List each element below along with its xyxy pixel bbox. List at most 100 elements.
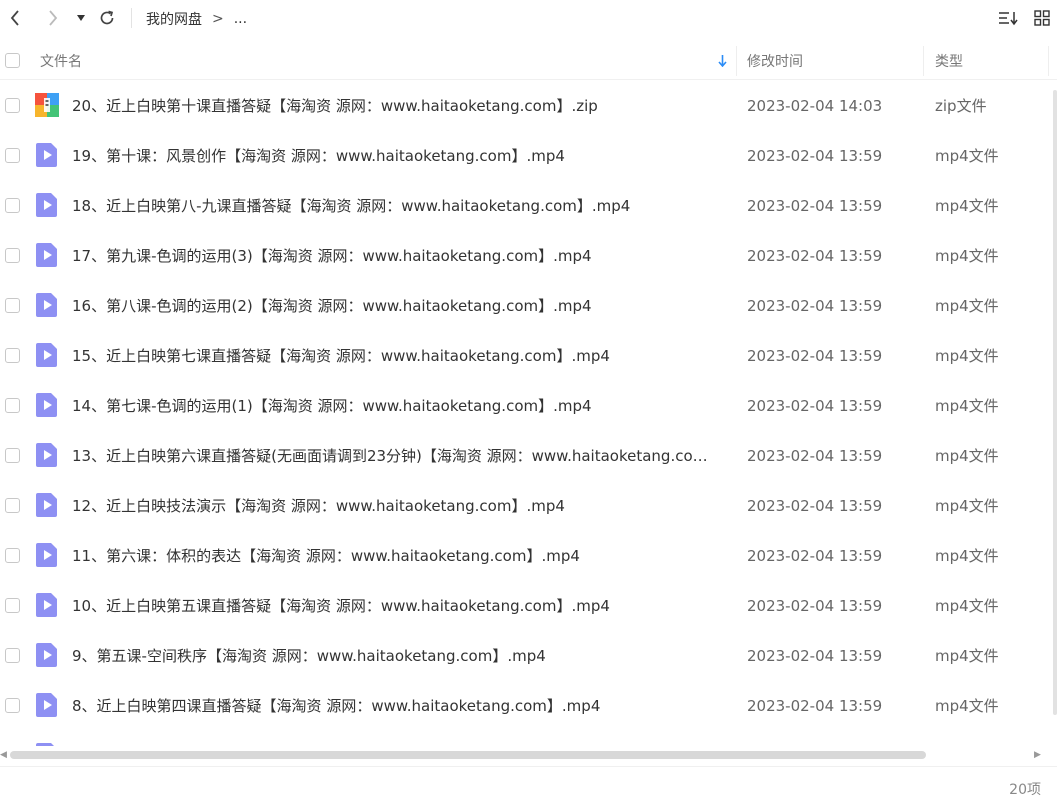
column-divider[interactable] bbox=[923, 46, 924, 76]
table-row[interactable]: 9、第五课-空间秩序【海淘资 源网：www.haitaoketang.com】.… bbox=[0, 631, 1050, 681]
row-checkbox[interactable] bbox=[5, 448, 20, 463]
grid-view-icon bbox=[1034, 10, 1050, 26]
table-row[interactable]: 19、第十课：风景创作【海淘资 源网：www.haitaoketang.com】… bbox=[0, 131, 1050, 181]
chevron-right-icon bbox=[49, 10, 58, 26]
row-checkbox[interactable] bbox=[5, 698, 20, 713]
history-dropdown-button[interactable] bbox=[74, 6, 88, 30]
select-all-checkbox[interactable] bbox=[5, 53, 20, 68]
file-type: mp4文件 bbox=[935, 447, 999, 465]
video-file-icon bbox=[36, 743, 54, 746]
video-file-icon bbox=[36, 693, 57, 717]
column-header-modified-label: 修改时间 bbox=[747, 54, 803, 70]
caret-down-icon bbox=[77, 15, 85, 21]
breadcrumb-item-root[interactable]: 我的网盘 bbox=[146, 9, 202, 29]
file-modified-time: 2023-02-04 14:03 bbox=[747, 97, 883, 115]
table-row[interactable]: 20、近上白映第十课直播答疑【海淘资 源网：www.haitaoketang.c… bbox=[0, 81, 1050, 131]
refresh-button[interactable] bbox=[96, 6, 118, 30]
file-name[interactable]: 12、近上白映技法演示【海淘资 源网：www.haitaoketang.com】… bbox=[72, 481, 717, 531]
file-type: mp4文件 bbox=[935, 647, 999, 665]
chevron-left-icon bbox=[10, 10, 19, 26]
horizontal-scrollbar-thumb[interactable] bbox=[10, 751, 926, 759]
video-file-icon bbox=[36, 593, 57, 617]
row-checkbox[interactable] bbox=[5, 98, 20, 113]
row-checkbox[interactable] bbox=[5, 598, 20, 613]
forward-button[interactable] bbox=[44, 6, 62, 30]
file-name[interactable]: 10、近上白映第五课直播答疑【海淘资 源网：www.haitaoketang.c… bbox=[72, 581, 717, 631]
file-modified-time: 2023-02-04 13:59 bbox=[747, 247, 883, 265]
file-type: zip文件 bbox=[935, 97, 987, 115]
item-count: 20项 bbox=[1009, 782, 1041, 798]
table-row[interactable]: 8、近上白映第四课直播答疑【海淘资 源网：www.haitaoketang.co… bbox=[0, 681, 1050, 731]
file-modified-time: 2023-02-04 13:59 bbox=[747, 597, 883, 615]
row-checkbox[interactable] bbox=[5, 548, 20, 563]
toolbar-divider bbox=[131, 8, 132, 28]
table-row[interactable]: 18、近上白映第八-九课直播答疑【海淘资 源网：www.haitaoketang… bbox=[0, 181, 1050, 231]
row-checkbox[interactable] bbox=[5, 398, 20, 413]
horizontal-scrollbar[interactable]: ◀ ▶ bbox=[0, 748, 1057, 762]
file-type: mp4文件 bbox=[935, 547, 999, 565]
row-checkbox[interactable] bbox=[5, 648, 20, 663]
table-row[interactable]: 16、第八课-色调的运用(2)【海淘资 源网：www.haitaoketang.… bbox=[0, 281, 1050, 331]
column-header-type[interactable]: 类型 bbox=[935, 42, 1035, 80]
row-checkbox[interactable] bbox=[5, 148, 20, 163]
vertical-scrollbar[interactable] bbox=[1050, 80, 1057, 720]
table-row[interactable]: 10、近上白映第五课直播答疑【海淘资 源网：www.haitaoketang.c… bbox=[0, 581, 1050, 631]
file-type: mp4文件 bbox=[935, 397, 999, 415]
file-name[interactable]: 11、第六课：体积的表达【海淘资 源网：www.haitaoketang.com… bbox=[72, 531, 717, 581]
file-modified-time: 2023-02-04 13:59 bbox=[747, 147, 883, 165]
file-type: mp4文件 bbox=[935, 347, 999, 365]
zip-file-icon bbox=[35, 93, 59, 117]
table-row[interactable]: 17、第九课-色调的运用(3)【海淘资 源网：www.haitaoketang.… bbox=[0, 231, 1050, 281]
column-divider[interactable] bbox=[736, 46, 737, 76]
table-row[interactable]: 15、近上白映第七课直播答疑【海淘资 源网：www.haitaoketang.c… bbox=[0, 331, 1050, 381]
video-file-icon bbox=[36, 543, 57, 567]
file-modified-time: 2023-02-04 13:59 bbox=[747, 647, 883, 665]
file-name[interactable]: 8、近上白映第四课直播答疑【海淘资 源网：www.haitaoketang.co… bbox=[72, 681, 717, 731]
table-row[interactable]: 11、第六课：体积的表达【海淘资 源网：www.haitaoketang.com… bbox=[0, 531, 1050, 581]
file-type: mp4文件 bbox=[935, 297, 999, 315]
back-button[interactable] bbox=[6, 6, 24, 30]
video-file-icon bbox=[36, 243, 57, 267]
breadcrumb-item-ellipsis[interactable]: ... bbox=[234, 11, 247, 27]
video-file-icon bbox=[36, 643, 57, 667]
file-name[interactable]: 9、第五课-空间秩序【海淘资 源网：www.haitaoketang.com】.… bbox=[72, 631, 717, 681]
row-checkbox[interactable] bbox=[5, 198, 20, 213]
vertical-scrollbar-thumb[interactable] bbox=[1053, 90, 1057, 715]
video-file-icon bbox=[36, 393, 57, 417]
file-modified-time: 2023-02-04 13:59 bbox=[747, 447, 883, 465]
view-mode-button[interactable] bbox=[1031, 6, 1053, 30]
file-modified-time: 2023-02-04 13:59 bbox=[747, 497, 883, 515]
file-name[interactable]: 15、近上白映第七课直播答疑【海淘资 源网：www.haitaoketang.c… bbox=[72, 331, 717, 381]
column-header-type-label: 类型 bbox=[935, 54, 963, 70]
file-name[interactable]: 13、近上白映第六课直播答疑(无画面请调到23分钟)【海淘资 源网：www.ha… bbox=[72, 431, 717, 481]
file-name[interactable]: 19、第十课：风景创作【海淘资 源网：www.haitaoketang.com】… bbox=[72, 131, 717, 181]
file-name[interactable]: 17、第九课-色调的运用(3)【海淘资 源网：www.haitaoketang.… bbox=[72, 231, 717, 281]
column-divider[interactable] bbox=[1048, 46, 1049, 76]
table-row[interactable]: 12、近上白映技法演示【海淘资 源网：www.haitaoketang.com】… bbox=[0, 481, 1050, 531]
file-name[interactable]: 20、近上白映第十课直播答疑【海淘资 源网：www.haitaoketang.c… bbox=[72, 81, 717, 131]
file-modified-time: 2023-02-04 13:59 bbox=[747, 547, 883, 565]
sort-descending-icon bbox=[718, 55, 727, 67]
file-name[interactable]: 14、第七课-色调的运用(1)【海淘资 源网：www.haitaoketang.… bbox=[72, 381, 717, 431]
file-name[interactable]: 16、第八课-色调的运用(2)【海淘资 源网：www.haitaoketang.… bbox=[72, 281, 717, 331]
table-row[interactable]: 14、第七课-色调的运用(1)【海淘资 源网：www.haitaoketang.… bbox=[0, 381, 1050, 431]
column-header-name[interactable]: 文件名 bbox=[40, 42, 735, 80]
scroll-right-arrow-icon[interactable]: ▶ bbox=[1034, 750, 1041, 760]
row-checkbox[interactable] bbox=[5, 298, 20, 313]
toolbar: 我的网盘 > ... bbox=[0, 0, 1057, 38]
file-modified-time: 2023-02-04 13:59 bbox=[747, 297, 883, 315]
file-name[interactable]: 18、近上白映第八-九课直播答疑【海淘资 源网：www.haitaoketang… bbox=[72, 181, 717, 231]
row-checkbox[interactable] bbox=[5, 248, 20, 263]
file-type: mp4文件 bbox=[935, 597, 999, 615]
video-file-icon bbox=[36, 343, 57, 367]
scroll-left-arrow-icon[interactable]: ◀ bbox=[0, 750, 7, 760]
column-header-modified[interactable]: 修改时间 bbox=[747, 42, 917, 80]
sort-menu-button[interactable] bbox=[996, 6, 1020, 30]
table-row[interactable]: 13、近上白映第六课直播答疑(无画面请调到23分钟)【海淘资 源网：www.ha… bbox=[0, 431, 1050, 481]
row-checkbox[interactable] bbox=[5, 498, 20, 513]
row-checkbox[interactable] bbox=[5, 348, 20, 363]
breadcrumb-separator: > bbox=[212, 11, 224, 27]
file-modified-time: 2023-02-04 13:59 bbox=[747, 397, 883, 415]
file-modified-time: 2023-02-04 13:59 bbox=[747, 197, 883, 215]
table-row[interactable] bbox=[0, 731, 1050, 746]
